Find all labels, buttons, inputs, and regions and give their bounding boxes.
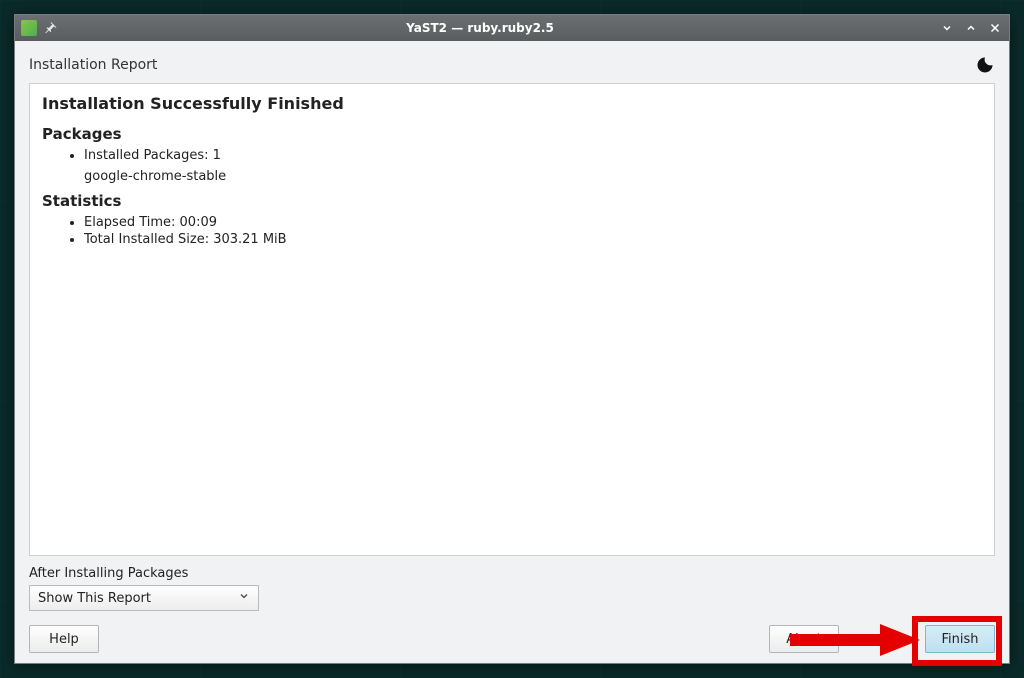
maximize-button[interactable]	[963, 20, 979, 36]
statistics-heading: Statistics	[42, 192, 982, 210]
page-title: Installation Report	[29, 57, 157, 73]
finish-button-label: Finish	[941, 632, 978, 647]
abort-button[interactable]: Abort	[769, 625, 839, 653]
dropdown-selected: Show This Report	[38, 591, 151, 606]
minimize-button[interactable]	[939, 20, 955, 36]
installed-package-item: google-chrome-stable	[42, 169, 982, 184]
report-panel: Installation Successfully Finished Packa…	[29, 83, 995, 556]
finish-button[interactable]: Finish	[925, 625, 995, 653]
installed-packages-count: Installed Packages: 1	[84, 147, 982, 165]
after-installing-dropdown[interactable]: Show This Report	[29, 585, 259, 611]
content-area: Installation Report Installation Success…	[15, 41, 1009, 663]
yast-window: YaST2 — ruby.ruby2.5 Installation Report	[14, 14, 1010, 664]
report-heading: Installation Successfully Finished	[42, 94, 982, 113]
chevron-down-icon	[238, 590, 250, 606]
pin-icon[interactable]	[43, 21, 57, 35]
total-installed-size: Total Installed Size: 303.21 MiB	[84, 231, 982, 249]
help-button-label: Help	[49, 632, 79, 647]
abort-button-label: Abort	[786, 632, 822, 647]
theme-toggle-icon[interactable]	[975, 55, 995, 75]
close-button[interactable]	[987, 20, 1003, 36]
after-installing-label: After Installing Packages	[29, 566, 995, 581]
packages-heading: Packages	[42, 125, 982, 143]
help-button[interactable]: Help	[29, 625, 99, 653]
titlebar: YaST2 — ruby.ruby2.5	[15, 15, 1009, 41]
elapsed-time: Elapsed Time: 00:09	[84, 214, 982, 232]
window-title: YaST2 — ruby.ruby2.5	[21, 21, 939, 35]
